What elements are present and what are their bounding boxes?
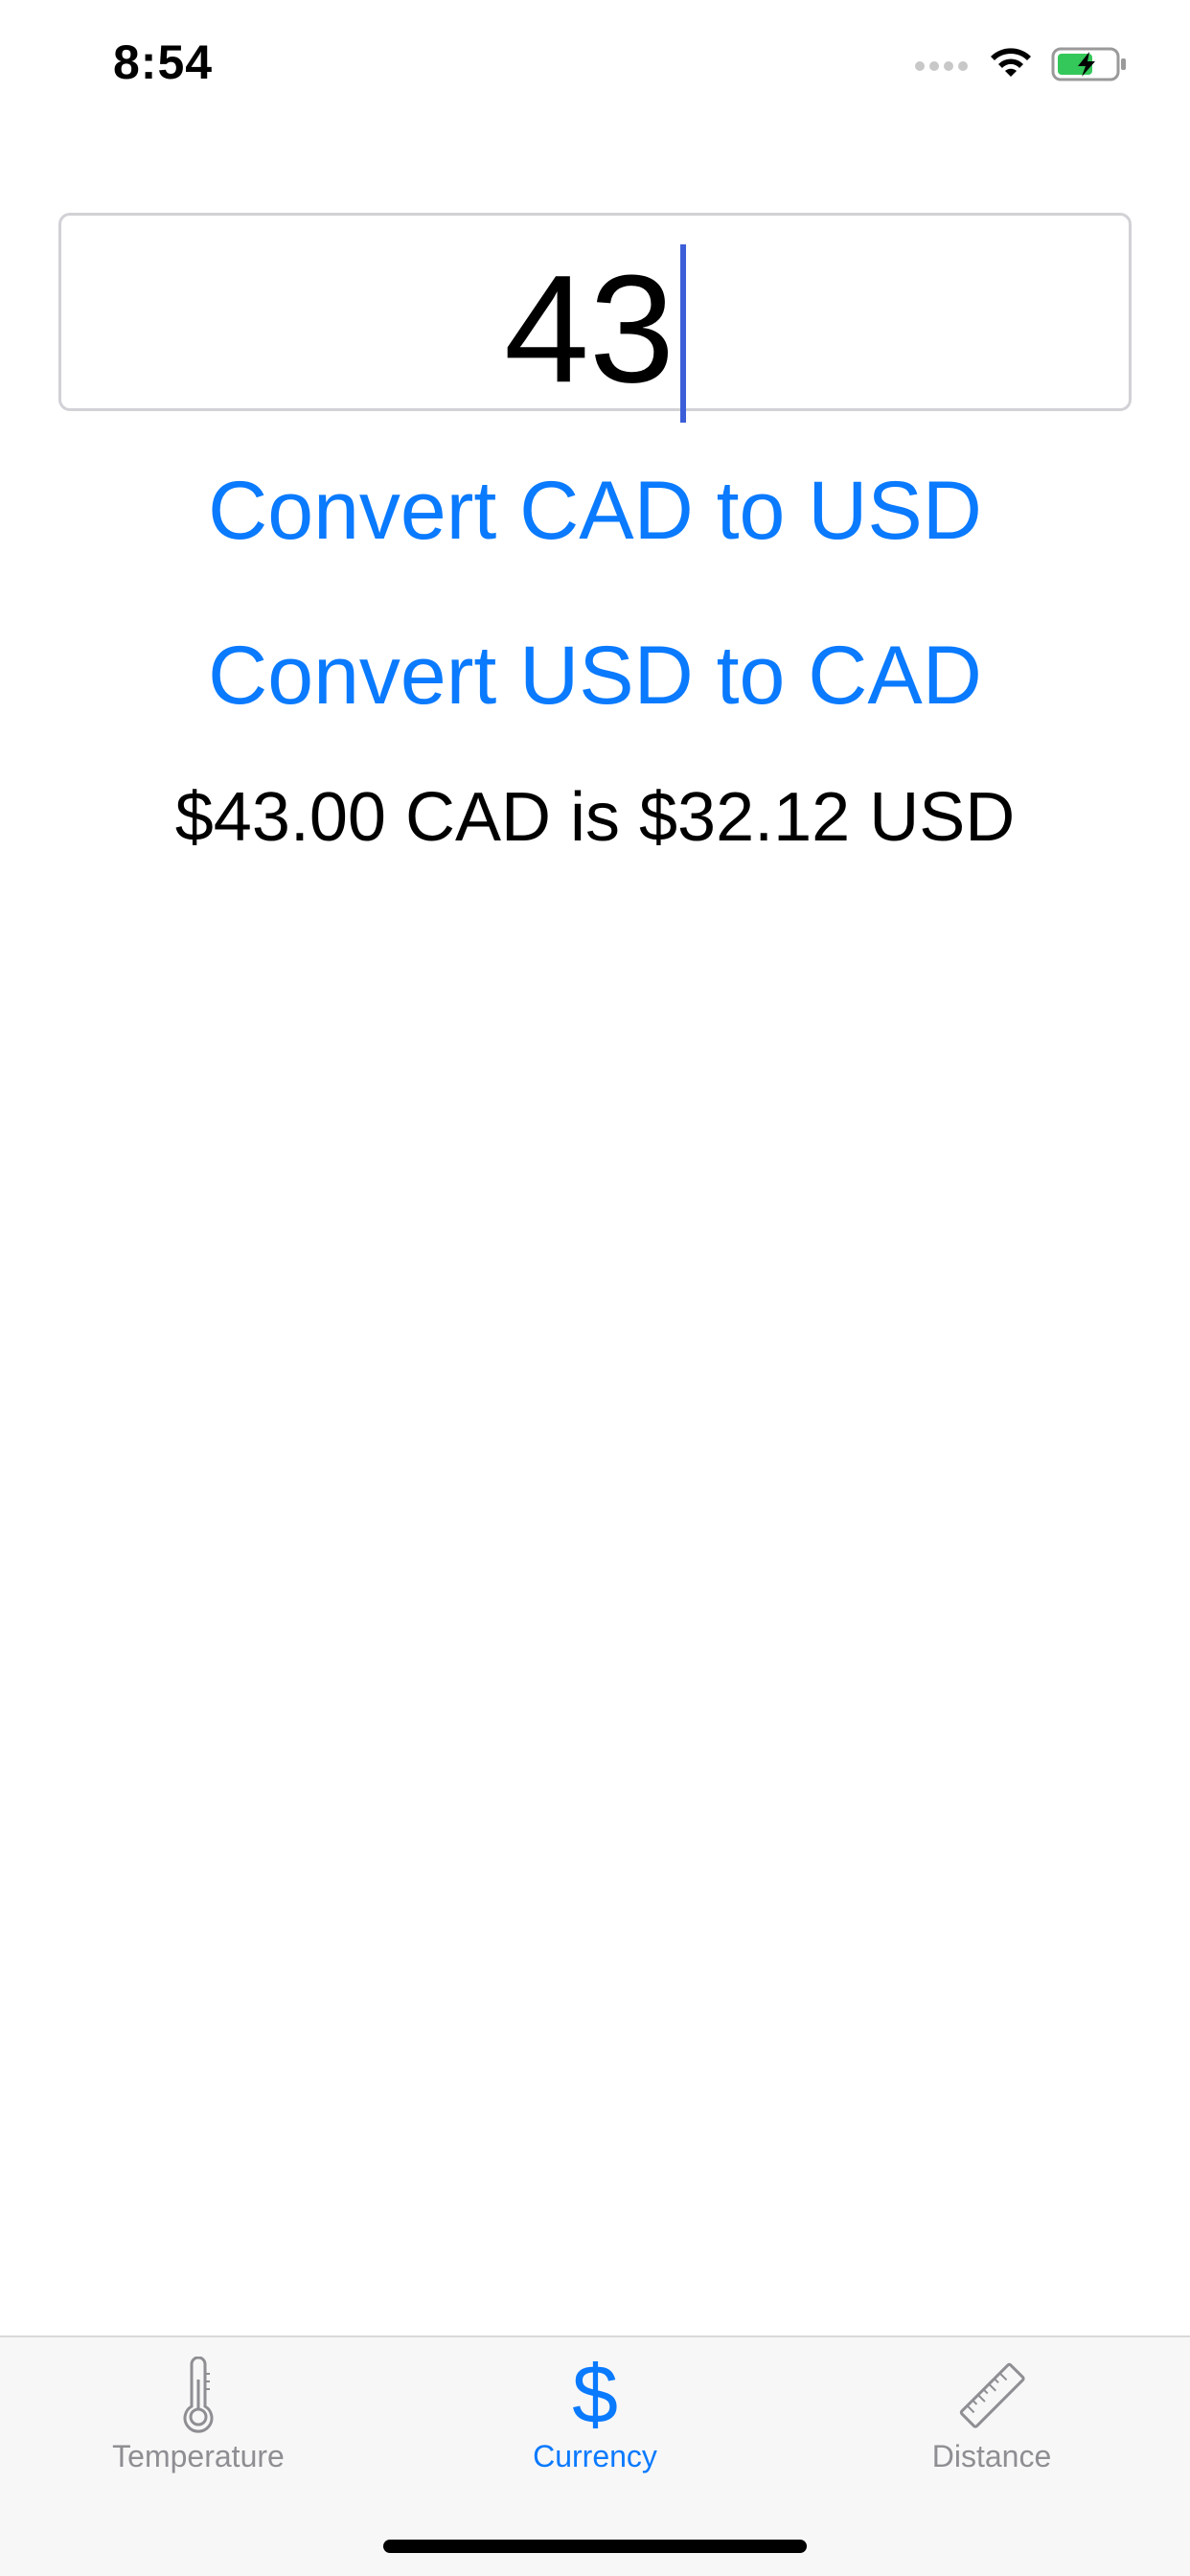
conversion-result: $43.00 CAD is $32.12 USD [174,779,1016,856]
text-caret [679,244,686,423]
tab-label-temperature: Temperature [112,2439,285,2473]
convert-usd-to-cad-button[interactable]: Convert USD to CAD [0,629,1190,724]
thermometer-icon [183,2357,214,2433]
ruler-icon [959,2362,1025,2428]
wifi-icon [991,48,1031,77]
tab-temperature[interactable]: Temperature [0,2337,397,2500]
battery-charging-icon [1051,47,1126,81]
convert-cad-to-usd-button[interactable]: Convert CAD to USD [0,464,1190,559]
dollar-icon: $ [572,2349,618,2441]
tab-currency[interactable]: $ Currency [397,2337,793,2500]
amount-text: 43 [504,242,675,415]
status-bar: 8:54 [0,0,1190,128]
tab-distance[interactable]: Distance [793,2337,1190,2500]
tab-label-distance: Distance [931,2439,1052,2473]
amount-input-value[interactable]: 43 [61,244,1129,430]
home-indicator [383,2540,807,2553]
cellular-signal-icon [915,61,968,71]
tab-label-currency: Currency [533,2439,657,2473]
status-time: 8:54 [113,35,214,89]
amount-input[interactable]: 43 [58,213,1132,423]
